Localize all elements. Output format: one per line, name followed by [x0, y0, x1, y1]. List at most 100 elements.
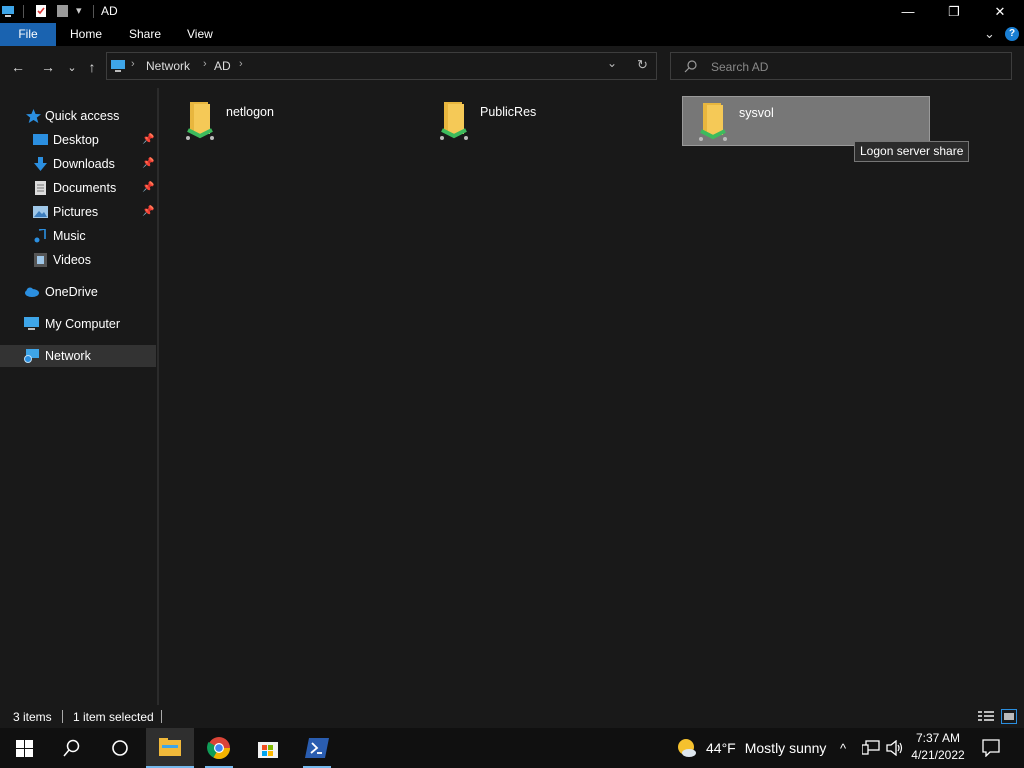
tab-view[interactable]: View	[175, 23, 225, 46]
sidebar-item-label: Network	[45, 349, 91, 363]
start-button[interactable]	[0, 728, 48, 768]
divider	[93, 5, 94, 18]
sidebar-item-videos[interactable]: Videos	[0, 249, 156, 271]
network-status-icon[interactable]	[862, 740, 880, 756]
search-icon	[63, 739, 80, 757]
sidebar-item-label: OneDrive	[45, 285, 98, 299]
partly-sunny-icon	[678, 739, 696, 757]
cortana-icon	[112, 740, 128, 756]
taskbar: 44°F Mostly sunny ^ 7:37 AM 4/21/2022	[0, 728, 1024, 768]
clock-date: 4/21/2022	[911, 748, 965, 762]
shared-folder-icon	[440, 102, 468, 140]
sidebar-item-music[interactable]: Music	[0, 225, 156, 247]
share-name: PublicRes	[480, 105, 537, 119]
breadcrumb-network[interactable]: Network	[146, 59, 190, 73]
downloads-icon	[34, 157, 47, 171]
sidebar-item-documents[interactable]: Documents 📌	[0, 177, 156, 199]
share-item-sysvol[interactable]: sysvol	[682, 96, 930, 146]
clock[interactable]: 7:37 AM 4/21/2022	[908, 731, 968, 762]
sidebar-item-pictures[interactable]: Pictures 📌	[0, 201, 156, 223]
search-box[interactable]	[670, 52, 1012, 80]
taskbar-store[interactable]	[244, 728, 292, 768]
breadcrumb-separator-icon[interactable]: ›	[131, 58, 135, 70]
share-name: sysvol	[739, 106, 774, 120]
forward-button[interactable]: →	[37, 56, 59, 78]
sidebar-item-desktop[interactable]: Desktop 📌	[0, 129, 156, 151]
sidebar-item-label: Music	[53, 229, 86, 243]
navigation-bar: ← → ⌄ ↑ › Network › AD › ⌄ ↻	[0, 46, 1024, 88]
network-icon	[24, 349, 39, 363]
breadcrumb-separator-icon[interactable]: ›	[203, 58, 207, 70]
desktop-icon	[33, 134, 48, 145]
sidebar-item-quick-access[interactable]: Quick access	[0, 105, 156, 127]
up-button[interactable]: ↑	[81, 56, 103, 78]
share-item-netlogon[interactable]: netlogon	[170, 96, 418, 146]
search-button[interactable]	[48, 728, 96, 768]
taskbar-powershell[interactable]	[293, 728, 341, 768]
breadcrumb-separator-icon[interactable]: ›	[239, 58, 243, 70]
pane-splitter[interactable]	[157, 88, 159, 705]
new-folder-icon[interactable]	[56, 4, 70, 18]
search-input[interactable]	[709, 57, 1003, 77]
task-view-button[interactable]	[96, 728, 144, 768]
details-view-icon[interactable]	[978, 710, 994, 723]
volume-icon[interactable]	[886, 740, 904, 756]
tab-file[interactable]: File	[0, 23, 56, 46]
title-bar: ▾ AD — ❐ ✕	[0, 0, 1024, 23]
address-dropdown-icon[interactable]: ⌄	[607, 56, 617, 70]
weather-widget[interactable]: 44°F Mostly sunny	[676, 728, 826, 768]
tooltip: Logon server share	[854, 141, 970, 162]
large-icons-view-icon[interactable]	[1001, 709, 1017, 724]
status-bar: 3 items 1 item selected	[0, 705, 1024, 728]
minimize-button[interactable]: —	[885, 0, 931, 23]
maximize-button[interactable]: ❐	[931, 0, 977, 23]
back-button[interactable]: ←	[7, 56, 29, 78]
powershell-icon	[305, 738, 329, 758]
search-icon	[684, 60, 697, 73]
file-explorer-app-icon[interactable]	[1, 4, 15, 18]
file-explorer-icon	[159, 738, 181, 756]
sidebar-item-label: My Computer	[45, 317, 121, 331]
sidebar-item-downloads[interactable]: Downloads 📌	[0, 153, 156, 175]
share-item-publicres[interactable]: PublicRes	[424, 96, 672, 146]
item-count: 3 items	[13, 710, 52, 724]
sidebar-item-label: Documents	[53, 181, 117, 195]
weather-temperature: 44°F	[706, 740, 736, 756]
properties-icon[interactable]	[34, 4, 48, 18]
clock-time: 7:37 AM	[915, 731, 961, 745]
tab-home[interactable]: Home	[58, 23, 114, 46]
address-bar[interactable]: › Network › AD › ⌄ ↻	[106, 52, 657, 80]
refresh-icon[interactable]: ↻	[637, 57, 648, 73]
sidebar-item-label: Pictures	[53, 205, 99, 219]
expand-ribbon-icon[interactable]: ⌄	[984, 26, 995, 42]
pin-icon: 📌	[142, 206, 155, 217]
sidebar-item-network[interactable]: Network	[0, 345, 156, 367]
videos-icon	[34, 253, 47, 267]
shared-folder-icon	[186, 102, 214, 140]
close-button[interactable]: ✕	[977, 0, 1023, 23]
notifications-icon[interactable]	[982, 739, 1000, 757]
navigation-pane: Quick access Desktop 📌 Downloads 📌 Docum…	[0, 88, 159, 705]
taskbar-file-explorer[interactable]	[146, 728, 194, 768]
sidebar-item-label: Quick access	[45, 109, 120, 123]
show-hidden-icons-button[interactable]: ^	[840, 728, 846, 768]
pin-icon: 📌	[142, 182, 155, 193]
customize-quick-access-icon[interactable]: ▾	[76, 4, 82, 17]
window-title: AD	[101, 4, 118, 18]
sidebar-item-onedrive[interactable]: OneDrive	[0, 281, 156, 303]
taskbar-chrome[interactable]	[195, 728, 243, 768]
share-name: netlogon	[226, 105, 274, 119]
ribbon-tabs: File Home Share View ⌄ ?	[0, 23, 1024, 46]
network-icon	[111, 60, 125, 72]
pin-icon: 📌	[142, 158, 155, 169]
sidebar-item-my-computer[interactable]: My Computer	[0, 313, 156, 335]
music-icon	[34, 229, 46, 243]
sidebar-item-label: Videos	[53, 253, 91, 267]
breadcrumb-ad[interactable]: AD	[214, 59, 231, 73]
sidebar-item-label: Downloads	[53, 157, 115, 171]
sidebar-item-label: Desktop	[53, 133, 99, 147]
help-icon[interactable]: ?	[1005, 27, 1019, 41]
divider	[161, 710, 162, 723]
tab-share[interactable]: Share	[117, 23, 173, 46]
recent-locations-button[interactable]: ⌄	[61, 56, 83, 78]
